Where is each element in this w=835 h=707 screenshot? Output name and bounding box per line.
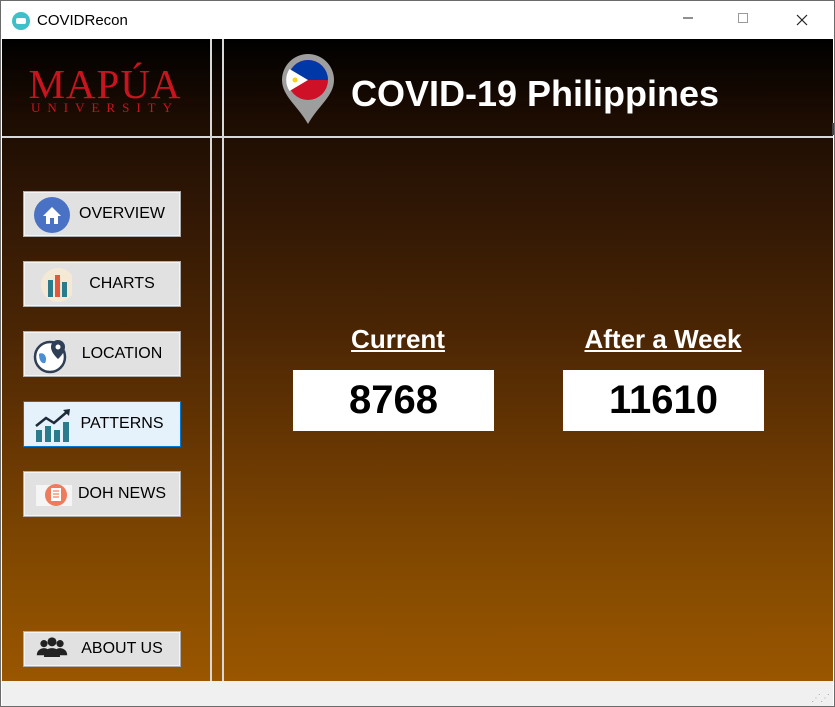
current-value: 8768: [293, 370, 494, 431]
app-mask-icon: [12, 12, 30, 30]
maximize-icon: [738, 13, 748, 23]
status-bar: ⋰⋰: [2, 681, 833, 706]
page-title: COVID-19 Philippines: [351, 73, 720, 114]
charts-label: CHARTS: [89, 275, 155, 292]
doh-news-label: DOH NEWS: [78, 485, 166, 502]
location-label: LOCATION: [81, 345, 163, 362]
window-title: COVIDRecon: [37, 12, 128, 29]
about-us-label: ABOUT US: [81, 640, 163, 657]
doh-news-button[interactable]: DOH NEWS: [23, 471, 181, 517]
philippine-flag-pin-icon: [282, 54, 334, 124]
after-week-label: After a Week: [584, 324, 742, 354]
maximize-button[interactable]: [720, 1, 766, 39]
after-week-value: 11610: [563, 370, 764, 431]
resize-grip-icon[interactable]: ⋰⋰: [811, 693, 830, 704]
header-divider: [2, 136, 833, 138]
overview-label: OVERVIEW: [79, 205, 165, 222]
close-button[interactable]: [779, 1, 825, 39]
title-bar[interactable]: COVIDRecon: [1, 1, 834, 39]
overview-button[interactable]: OVERVIEW: [23, 191, 181, 237]
current-label: Current: [351, 324, 445, 354]
logo-main-text: MAPÚA: [28, 61, 182, 107]
main-panel: MAPÚA UNIVERSITY COVID-19 Philippines OV…: [2, 39, 834, 681]
university-logo: MAPÚA UNIVERSITY: [20, 63, 190, 119]
logo-sub-text: UNIVERSITY: [31, 100, 179, 115]
minimize-icon: [683, 17, 693, 19]
close-icon: [796, 14, 808, 26]
patterns-button[interactable]: PATTERNS: [23, 401, 181, 447]
location-button[interactable]: LOCATION: [23, 331, 181, 377]
patterns-label: PATTERNS: [80, 415, 164, 432]
minimize-button[interactable]: [665, 1, 711, 39]
app-window: COVIDRecon MAPÚA UNIVERSITY COVID-19 Phi…: [0, 0, 835, 707]
charts-button[interactable]: CHARTS: [23, 261, 181, 307]
about-us-button[interactable]: ABOUT US: [23, 631, 181, 667]
